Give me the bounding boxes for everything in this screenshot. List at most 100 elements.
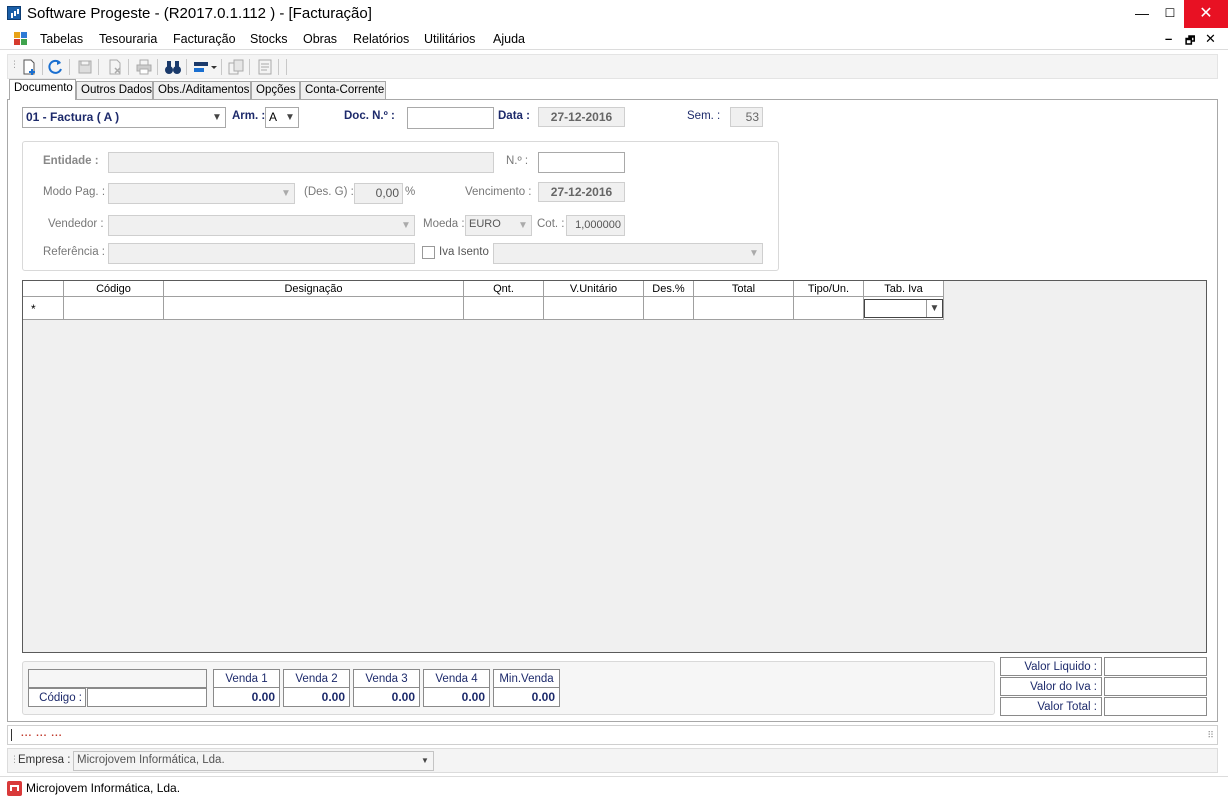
new-document-icon[interactable] bbox=[20, 58, 38, 76]
chevron-down-icon[interactable]: ▼ bbox=[282, 108, 298, 127]
tab-conta-corrente[interactable]: Conta-Corrente bbox=[300, 81, 386, 99]
chevron-down-icon[interactable]: ▼ bbox=[209, 108, 225, 127]
menu-utilitarios[interactable]: Utilitários bbox=[424, 32, 475, 46]
resize-grip-icon[interactable]: ⠿ bbox=[1207, 730, 1214, 741]
doc-type-value: 01 - Factura ( A ) bbox=[26, 110, 120, 124]
status-text: ... ... ... bbox=[21, 728, 63, 739]
vencimento-field: 27-12-2016 bbox=[538, 182, 625, 202]
moeda-label: Moeda : bbox=[423, 218, 465, 230]
mdi-app-icon[interactable] bbox=[14, 32, 28, 45]
cell-v-unitario[interactable] bbox=[544, 297, 644, 320]
menu-stocks[interactable]: Stocks bbox=[250, 32, 288, 46]
cell-qnt[interactable] bbox=[464, 297, 544, 320]
venda-2-value: 0.00 bbox=[321, 690, 345, 704]
delete-document-icon[interactable] bbox=[106, 58, 124, 76]
cell-des[interactable] bbox=[644, 297, 694, 320]
doc-no-input[interactable] bbox=[407, 107, 494, 129]
column-header-codigo[interactable]: Código bbox=[64, 281, 164, 297]
toolbar-grip[interactable]: ⋮ bbox=[10, 59, 19, 70]
column-header-tab-iva[interactable]: Tab. Iva bbox=[864, 281, 944, 297]
sales-codigo-input[interactable] bbox=[87, 688, 207, 707]
footer-company-name: Microjovem Informática, Lda. bbox=[26, 781, 181, 795]
venda-2-label: Venda 2 bbox=[284, 670, 349, 688]
print-icon[interactable] bbox=[135, 58, 153, 76]
mdi-close-button[interactable]: ✕ bbox=[1205, 31, 1216, 47]
copy-document-icon[interactable] bbox=[227, 58, 245, 76]
menu-facturacao[interactable]: Facturação bbox=[173, 32, 236, 46]
column-header-tipo-un[interactable]: Tipo/Un. bbox=[794, 281, 864, 297]
column-header-designacao[interactable]: Designação bbox=[164, 281, 464, 297]
lines-grid bbox=[22, 280, 1207, 653]
refresh-icon[interactable] bbox=[47, 58, 65, 76]
vendedor-label: Vendedor : bbox=[48, 218, 104, 230]
menu-tabelas[interactable]: Tabelas bbox=[40, 32, 83, 46]
tab-outros-dados[interactable]: Outros Dados bbox=[76, 81, 153, 99]
menu-tesouraria[interactable]: Tesouraria bbox=[99, 32, 157, 46]
data-label: Data : bbox=[498, 110, 530, 122]
chevron-down-icon[interactable]: ▼ bbox=[926, 300, 942, 317]
valor-iva-label: Valor do Iva : bbox=[1000, 677, 1102, 696]
menu-ajuda[interactable]: Ajuda bbox=[493, 32, 525, 46]
tab-obs-aditamentos[interactable]: Obs./Aditamentos bbox=[153, 81, 251, 99]
title-bar: Software Progeste - (R2017.0.1.112 ) - [… bbox=[0, 0, 1228, 28]
window-title: Software Progeste - (R2017.0.1.112 ) - [… bbox=[27, 5, 372, 22]
status-cursor bbox=[11, 729, 12, 741]
column-header-v-unitario[interactable]: V.Unitário bbox=[544, 281, 644, 297]
entidade-input bbox=[108, 152, 494, 173]
cell-tipo-un[interactable] bbox=[794, 297, 864, 320]
column-header-qnt[interactable]: Qnt. bbox=[464, 281, 544, 297]
venda-3-label: Venda 3 bbox=[354, 670, 419, 688]
entity-no-input[interactable] bbox=[538, 152, 625, 173]
mdi-minimize-button[interactable]: – bbox=[1165, 31, 1172, 46]
toolbar-separator bbox=[128, 59, 129, 75]
tab-documento[interactable]: Documento bbox=[9, 79, 76, 100]
cell-tab-iva[interactable]: ▼ bbox=[864, 297, 944, 320]
codigo-header-box bbox=[28, 669, 207, 688]
column-header-total[interactable]: Total bbox=[694, 281, 794, 297]
sem-field: 53 bbox=[730, 107, 763, 127]
referencia-input bbox=[108, 243, 415, 264]
footer-bar: Microjovem Informática, Lda. bbox=[0, 776, 1228, 803]
valor-iva-field bbox=[1104, 677, 1207, 696]
report-document-icon[interactable] bbox=[256, 58, 274, 76]
toolbar-separator bbox=[42, 59, 43, 75]
des-g-unit: % bbox=[405, 186, 416, 198]
cell-designacao[interactable] bbox=[164, 297, 464, 320]
grid-row-header-corner bbox=[23, 281, 64, 297]
empresa-select[interactable]: Microjovem Informática, Lda. ▼ bbox=[73, 751, 434, 771]
sem-label: Sem. : bbox=[687, 110, 721, 122]
valor-total-label: Valor Total : bbox=[1000, 697, 1102, 716]
minimize-button[interactable]: — bbox=[1128, 4, 1156, 22]
toolbar-separator bbox=[286, 59, 287, 75]
cell-codigo[interactable] bbox=[64, 297, 164, 320]
toolbar: ⋮ bbox=[7, 54, 1218, 79]
valor-liquido-field bbox=[1104, 657, 1207, 676]
mdi-restore-button[interactable]: 🗗 bbox=[1185, 32, 1195, 51]
cell-total[interactable] bbox=[694, 297, 794, 320]
search-binoculars-icon[interactable] bbox=[164, 58, 182, 76]
min-venda-value: 0.00 bbox=[531, 690, 555, 704]
chevron-down-icon[interactable]: ▼ bbox=[417, 752, 433, 770]
close-button[interactable]: ✕ bbox=[1184, 0, 1228, 28]
chevron-down-icon: ▼ bbox=[401, 220, 411, 231]
column-header-des[interactable]: Des.% bbox=[644, 281, 694, 297]
tab-iva-combo[interactable]: ▼ bbox=[864, 299, 943, 318]
tab-opcoes[interactable]: Opções bbox=[251, 81, 300, 99]
save-icon[interactable] bbox=[76, 58, 94, 76]
options-dropdown-icon[interactable] bbox=[192, 58, 218, 76]
maximize-button[interactable]: ☐ bbox=[1156, 4, 1184, 22]
menu-bar: Tabelas Tesouraria Facturação Stocks Obr… bbox=[0, 28, 1228, 50]
app-icon bbox=[7, 6, 21, 20]
toolbar-separator bbox=[278, 59, 279, 75]
iva-isento-checkbox[interactable] bbox=[422, 246, 435, 259]
menu-obras[interactable]: Obras bbox=[303, 32, 337, 46]
venda-3-value: 0.00 bbox=[391, 690, 415, 704]
referencia-label: Referência : bbox=[43, 246, 106, 258]
doc-type-select[interactable]: 01 - Factura ( A ) ▼ bbox=[22, 107, 226, 128]
menu-relatorios[interactable]: Relatórios bbox=[353, 32, 409, 46]
arm-select[interactable]: A ▼ bbox=[265, 107, 299, 128]
iva-isento-select: ▼ bbox=[493, 243, 763, 264]
venda-3-box: Venda 3 0.00 bbox=[353, 669, 420, 707]
des-g-label: (Des. G) : bbox=[304, 186, 354, 198]
toolbar-separator bbox=[221, 59, 222, 75]
